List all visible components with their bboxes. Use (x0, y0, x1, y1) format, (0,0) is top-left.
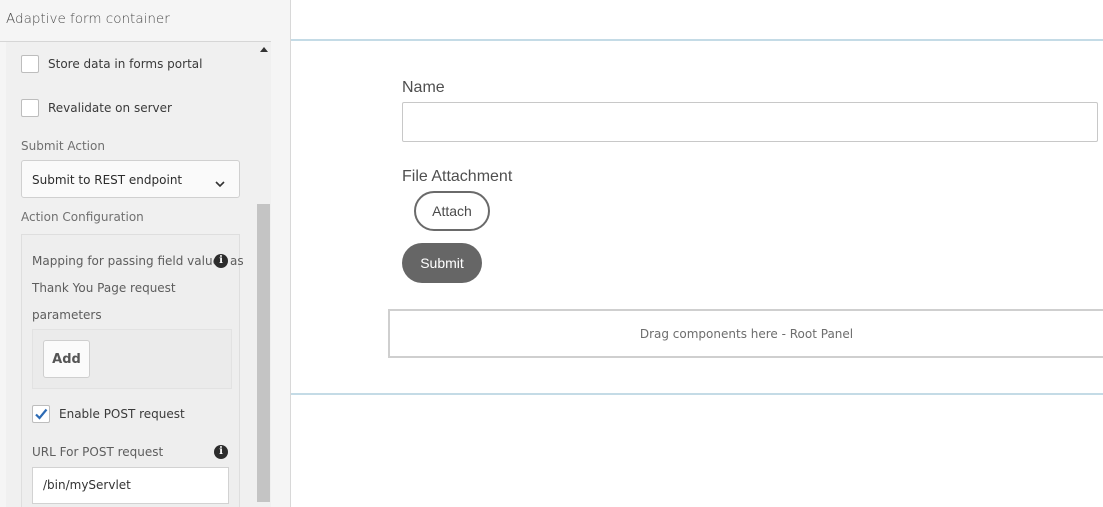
submit-button[interactable]: Submit (402, 243, 482, 283)
canvas-bottom-border (291, 393, 1103, 395)
enable-post-option[interactable]: Enable POST request (32, 405, 185, 423)
root-panel-drop-zone[interactable]: Drag components here - Root Panel (388, 309, 1103, 358)
revalidate-checkbox[interactable] (21, 99, 39, 117)
attach-button[interactable]: Attach (414, 191, 490, 231)
panel-header: Adaptive form container (0, 0, 271, 42)
submit-action-label: Submit Action (21, 139, 105, 153)
canvas-top-border (291, 39, 1103, 41)
submit-action-value: Submit to REST endpoint (32, 173, 183, 187)
checkmark-icon (35, 408, 48, 420)
chevron-down-icon (215, 175, 225, 193)
url-post-input[interactable]: /bin/myServlet (32, 467, 229, 504)
revalidate-label: Revalidate on server (48, 101, 172, 115)
mapping-text-line3: parameters (32, 308, 102, 322)
store-portal-checkbox[interactable] (21, 55, 39, 73)
action-config-label: Action Configuration (21, 210, 144, 224)
panel-scrollbar[interactable] (257, 204, 270, 502)
enable-post-checkbox[interactable] (32, 405, 50, 423)
info-icon[interactable]: i (214, 254, 228, 268)
mapping-text-line1: Mapping for passing field values as (32, 254, 244, 268)
info-icon[interactable]: i (214, 445, 228, 459)
scroll-up-arrow-icon[interactable] (260, 46, 268, 54)
revalidate-option[interactable]: Revalidate on server (21, 99, 172, 117)
mapping-text-line2: Thank You Page request (32, 281, 176, 295)
properties-panel: Adaptive form container Store data in fo… (0, 0, 291, 507)
name-input[interactable] (402, 102, 1098, 142)
enable-post-label: Enable POST request (59, 407, 185, 421)
file-attachment-label: File Attachment (402, 168, 513, 185)
panel-title: Adaptive form container (6, 11, 170, 27)
store-portal-option[interactable]: Store data in forms portal (21, 55, 202, 73)
url-post-label: URL For POST request (32, 445, 164, 459)
add-mapping-button[interactable]: Add (43, 340, 90, 378)
name-label: Name (402, 79, 445, 96)
submit-action-select[interactable]: Submit to REST endpoint (21, 160, 240, 198)
store-portal-label: Store data in forms portal (48, 57, 203, 71)
